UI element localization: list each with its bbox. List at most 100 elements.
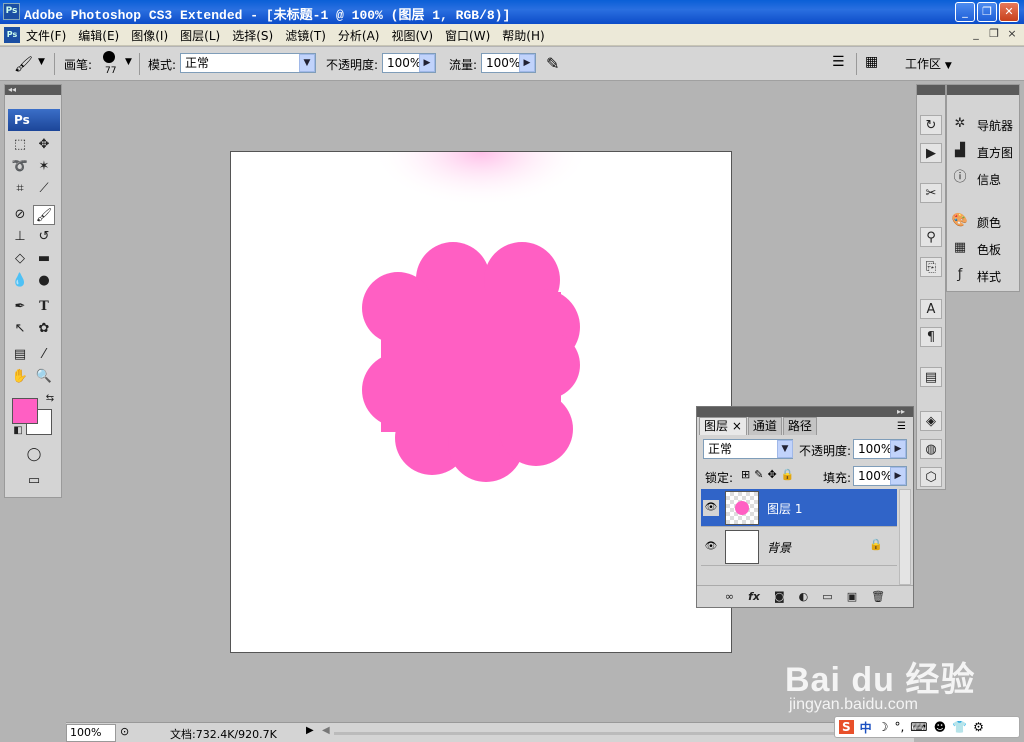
- layer-style-icon[interactable]: fx: [748, 590, 760, 603]
- doc-close-button[interactable]: ×: [1004, 27, 1020, 43]
- tool-presets-panel-icon[interactable]: ✂: [920, 183, 942, 203]
- emoji-icon[interactable]: ☻: [934, 720, 947, 734]
- notes-tool-icon[interactable]: ▤: [9, 345, 31, 365]
- panel-item-swatches[interactable]: ▦ 色板: [949, 237, 1019, 259]
- panel-item-color[interactable]: 🎨 颜色: [949, 210, 1019, 232]
- paths-panel-icon[interactable]: ⬡: [920, 467, 942, 487]
- sogou-logo-icon[interactable]: S: [839, 720, 854, 734]
- healing-brush-tool-icon[interactable]: ⊘: [9, 205, 31, 225]
- minimize-button[interactable]: _: [955, 2, 975, 22]
- magic-wand-tool-icon[interactable]: ✶: [33, 157, 55, 177]
- visibility-eye-icon[interactable]: 👁: [703, 500, 719, 516]
- bridge-icon[interactable]: ▦: [865, 54, 878, 70]
- crop-tool-icon[interactable]: ⌗: [9, 179, 31, 199]
- menu-select[interactable]: 选择(S): [232, 27, 273, 44]
- doc-restore-button[interactable]: ❐: [986, 27, 1002, 43]
- type-tool-icon[interactable]: T: [33, 297, 55, 317]
- menu-layer[interactable]: 图层(L): [180, 27, 220, 44]
- tab-paths[interactable]: 路径: [782, 417, 817, 435]
- brush-tool-preset-icon[interactable]: 🖌: [14, 55, 33, 73]
- delete-layer-icon[interactable]: 🗑: [871, 590, 885, 603]
- skin-icon[interactable]: 👕: [952, 720, 967, 734]
- menu-analysis[interactable]: 分析(A): [338, 27, 380, 44]
- new-group-icon[interactable]: ▭: [822, 590, 832, 603]
- zoom-tool-icon[interactable]: 🔍: [33, 367, 55, 387]
- menu-filter[interactable]: 滤镜(T): [285, 27, 326, 44]
- tab-close-icon[interactable]: ×: [732, 419, 742, 433]
- brushes-panel-icon[interactable]: ⚲: [920, 227, 942, 247]
- collapse-arrows-icon[interactable]: ▸▸: [897, 407, 905, 416]
- dock-header[interactable]: [917, 85, 945, 95]
- marquee-tool-icon[interactable]: ⬚: [9, 135, 31, 155]
- mode-dropdown-arrow-icon[interactable]: ▼: [299, 54, 315, 72]
- panel-item-styles[interactable]: ƒ 样式: [949, 264, 1019, 286]
- brush-picker-arrow-icon[interactable]: ▼: [125, 57, 132, 67]
- screen-mode-icon[interactable]: ▭: [23, 471, 45, 491]
- panel-item-navigator[interactable]: ✲ 导航器: [949, 113, 1019, 135]
- chinese-mode-icon[interactable]: 中: [860, 719, 872, 736]
- flow-slider-arrow-icon[interactable]: ▶: [519, 54, 535, 72]
- layer-comps-panel-icon[interactable]: ▤: [920, 367, 942, 387]
- scroll-left-arrow-icon[interactable]: ◀: [322, 725, 330, 736]
- menu-help[interactable]: 帮助(H): [502, 27, 544, 44]
- path-selection-tool-icon[interactable]: ↖: [9, 319, 31, 339]
- dock-header[interactable]: [947, 85, 1019, 95]
- panel-menu-icon[interactable]: ☰: [897, 421, 906, 432]
- panel-header[interactable]: [697, 407, 913, 417]
- adjustment-layer-icon[interactable]: ◐: [799, 590, 809, 603]
- airbrush-icon[interactable]: ✎: [546, 54, 559, 73]
- eraser-tool-icon[interactable]: ◇: [9, 249, 31, 269]
- layer-mask-icon[interactable]: ◙: [774, 590, 785, 603]
- document-canvas[interactable]: [230, 151, 732, 653]
- opacity-slider-arrow-icon[interactable]: ▶: [419, 54, 435, 72]
- visibility-eye-icon[interactable]: 👁: [703, 539, 719, 555]
- brush-tool-icon[interactable]: 🖌: [33, 205, 55, 225]
- panel-item-histogram[interactable]: ▟ 直方图: [949, 140, 1019, 162]
- paragraph-panel-icon[interactable]: ¶: [920, 327, 942, 347]
- menu-edit[interactable]: 编辑(E): [78, 27, 119, 44]
- brush-preview-icon[interactable]: [103, 51, 115, 63]
- gradient-tool-icon[interactable]: ▬: [33, 249, 55, 269]
- swap-colors-icon[interactable]: ⇆: [39, 389, 61, 409]
- lock-transparency-icon[interactable]: ⊞: [741, 468, 754, 481]
- status-icon[interactable]: ⊙: [120, 725, 129, 738]
- clone-source-panel-icon[interactable]: ⎘: [920, 257, 942, 277]
- history-brush-tool-icon[interactable]: ↺: [33, 227, 55, 247]
- link-layers-icon[interactable]: ∞: [725, 590, 734, 603]
- panel-item-info[interactable]: ⓘ 信息: [949, 167, 1019, 189]
- channels-panel-icon[interactable]: ◍: [920, 439, 942, 459]
- half-width-icon[interactable]: ☽: [878, 720, 889, 734]
- menu-view[interactable]: 视图(V): [391, 27, 433, 44]
- preset-dropdown-arrow-icon[interactable]: ▼: [38, 57, 45, 67]
- blur-tool-icon[interactable]: 💧: [9, 271, 31, 291]
- dodge-tool-icon[interactable]: ●: [33, 271, 55, 291]
- hand-tool-icon[interactable]: ✋: [9, 367, 31, 387]
- move-tool-icon[interactable]: ✥: [33, 135, 55, 155]
- document-icon[interactable]: Ps: [4, 27, 20, 43]
- lock-all-icon[interactable]: 🔒: [781, 468, 799, 481]
- close-button[interactable]: ✕: [999, 2, 1019, 22]
- quick-mask-icon[interactable]: ◯: [23, 445, 45, 465]
- menu-image[interactable]: 图像(I): [131, 27, 168, 44]
- blend-mode-arrow-icon[interactable]: ▼: [777, 440, 793, 458]
- history-panel-icon[interactable]: ↻: [920, 115, 942, 135]
- eyedropper-tool-icon[interactable]: ⁄: [33, 345, 55, 365]
- workspace-menu[interactable]: 工作区 ▼: [905, 55, 952, 72]
- horizontal-scrollbar[interactable]: [334, 732, 894, 735]
- palette-well-icon[interactable]: ☰: [832, 54, 845, 70]
- layer-row-layer1[interactable]: 👁 图层 1: [701, 489, 897, 527]
- tab-channels[interactable]: 通道: [747, 417, 782, 435]
- character-panel-icon[interactable]: A: [920, 299, 942, 319]
- actions-panel-icon[interactable]: ▶: [920, 143, 942, 163]
- layer-opacity-arrow-icon[interactable]: ▶: [890, 440, 906, 458]
- slice-tool-icon[interactable]: ⟋: [33, 179, 55, 199]
- lock-position-icon[interactable]: ✥: [767, 468, 780, 481]
- layers-panel-icon[interactable]: ◈: [920, 411, 942, 431]
- lasso-tool-icon[interactable]: ➰: [9, 157, 31, 177]
- settings-icon[interactable]: ⚙: [973, 720, 984, 734]
- custom-shape-tool-icon[interactable]: ✿: [33, 319, 55, 339]
- collapse-arrows-icon[interactable]: ◂◂: [5, 85, 61, 95]
- menu-file[interactable]: 文件(F): [26, 27, 66, 44]
- tab-layers[interactable]: 图层 ×: [699, 417, 747, 435]
- zoom-level-field[interactable]: 100%: [66, 724, 116, 742]
